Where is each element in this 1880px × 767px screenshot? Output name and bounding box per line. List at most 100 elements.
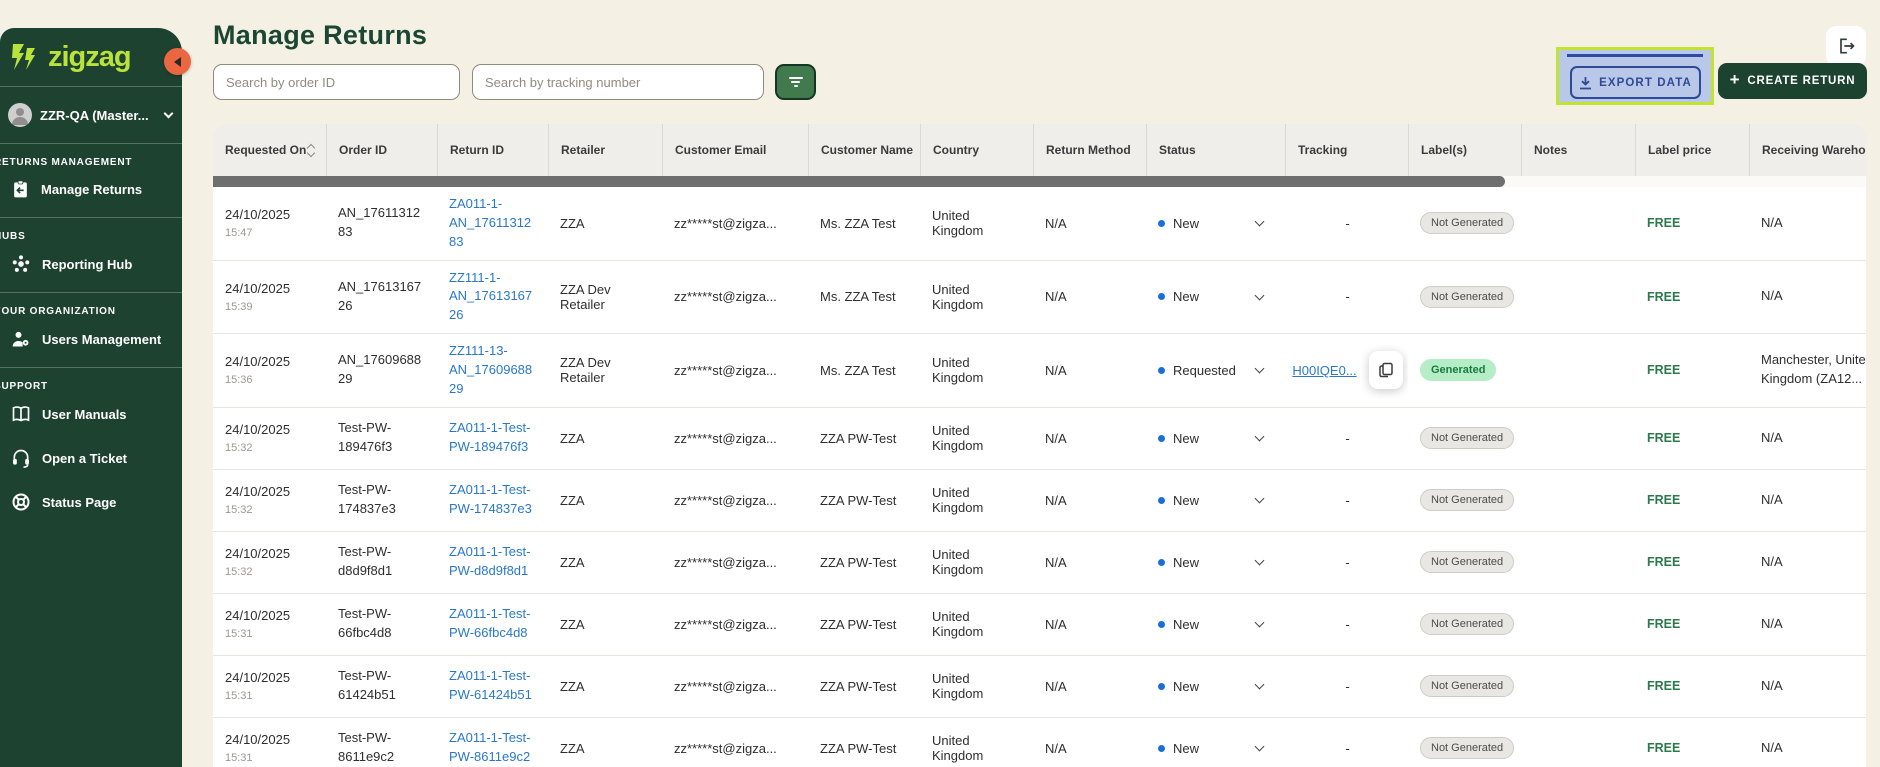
- cell-country: United Kingdom: [920, 187, 1033, 260]
- cell-requested-on: 24/10/2025 15:39: [213, 261, 326, 334]
- col-customer-name: Customer Name: [808, 124, 920, 176]
- cell-customer-name: ZZA PW-Test: [808, 656, 920, 717]
- status-dropdown-chevron[interactable]: [1255, 432, 1265, 442]
- cell-return-id: ZA011-1-AN_1761131283: [437, 187, 548, 260]
- cell-return-id: ZA011-1-Test-PW-66fbc4d8: [437, 594, 548, 655]
- filter-button[interactable]: [775, 64, 816, 100]
- export-data-button[interactable]: EXPORT DATA: [1570, 66, 1701, 99]
- status-dropdown-chevron[interactable]: [1255, 680, 1265, 690]
- cell-tracking: -: [1285, 470, 1408, 531]
- copy-button[interactable]: [1369, 351, 1403, 389]
- account-switcher[interactable]: ZZR-QA (Master...: [0, 87, 182, 143]
- highlight-top-line: [1567, 54, 1703, 57]
- cell-customer-email: zz*****st@zigza...: [662, 532, 808, 593]
- cell-return-method: N/A: [1033, 261, 1146, 334]
- cell-return-id: ZA011-1-Test-PW-8611e9c2: [437, 718, 548, 767]
- cell-requested-on: 24/10/2025 15:32: [213, 532, 326, 593]
- status-dropdown-chevron[interactable]: [1255, 290, 1265, 300]
- download-icon: [1579, 76, 1592, 90]
- status-text: New: [1173, 741, 1199, 756]
- col-country: Country: [920, 124, 1033, 176]
- create-return-button[interactable]: + CREATE RETURN: [1718, 63, 1867, 99]
- cell-notes: [1521, 187, 1635, 260]
- return-id-link[interactable]: ZA011-1-Test-PW-d8d9f8d1: [449, 543, 538, 581]
- cell-label-price: FREE: [1635, 334, 1749, 407]
- cell-order-id: Test-PW-8611e9c2: [326, 718, 437, 767]
- cell-retailer: ZZA Dev Retailer: [548, 334, 662, 407]
- col-requested-on: Requested On: [213, 124, 326, 176]
- section-label: RETURNS MANAGEMENT: [0, 157, 182, 168]
- status-dropdown-chevron[interactable]: [1255, 742, 1265, 752]
- col-receiving-warehouse: Receiving Warehouse: [1749, 124, 1866, 176]
- cell-label-price: FREE: [1635, 187, 1749, 260]
- cell-country: United Kingdom: [920, 470, 1033, 531]
- status-dropdown-chevron[interactable]: [1255, 217, 1265, 227]
- status-cell: New: [1146, 718, 1285, 767]
- scrollbar-thumb[interactable]: [213, 176, 1505, 187]
- cell-return-id: ZA011-1-Test-PW-189476f3: [437, 408, 548, 469]
- status-text: New: [1173, 493, 1199, 508]
- cell-customer-name: Ms. ZZA Test: [808, 187, 920, 260]
- cell-return-id: ZA011-1-Test-PW-d8d9f8d1: [437, 532, 548, 593]
- cell-labels: Not Generated: [1408, 532, 1521, 593]
- cell-requested-on: 24/10/2025 15:47: [213, 187, 326, 260]
- return-id-link[interactable]: ZA011-1-Test-PW-174837e3: [449, 481, 538, 519]
- sidebar-item-reporting-hub[interactable]: Reporting Hub: [0, 242, 182, 286]
- logout-button[interactable]: [1826, 26, 1866, 66]
- cell-retailer: ZZA: [548, 187, 662, 260]
- sidebar-item-users-management[interactable]: Users Management: [0, 317, 182, 361]
- sort-control[interactable]: [308, 145, 316, 156]
- cell-requested-on: 24/10/2025 15:32: [213, 408, 326, 469]
- cell-customer-name: ZZA PW-Test: [808, 718, 920, 767]
- cell-labels: Not Generated: [1408, 408, 1521, 469]
- status-dropdown-chevron[interactable]: [1255, 494, 1265, 504]
- return-id-link[interactable]: ZZ111-13-AN_1760968829: [449, 342, 538, 399]
- status-text: New: [1173, 216, 1199, 231]
- cell-customer-name: ZZA PW-Test: [808, 532, 920, 593]
- status-dropdown-chevron[interactable]: [1255, 618, 1265, 628]
- cell-receiving-warehouse: N/A: [1749, 718, 1866, 767]
- search-tracking-input[interactable]: [472, 64, 764, 100]
- return-id-link[interactable]: ZA011-1-Test-PW-66fbc4d8: [449, 605, 538, 643]
- sidebar-item-manage-returns[interactable]: Manage Returns: [0, 168, 182, 211]
- cell-receiving-warehouse: N/A: [1749, 594, 1866, 655]
- cell-country: United Kingdom: [920, 261, 1033, 334]
- cell-order-id: Test-PW-66fbc4d8: [326, 594, 437, 655]
- cell-customer-name: Ms. ZZA Test: [808, 261, 920, 334]
- cell-notes: [1521, 532, 1635, 593]
- status-dot: [1158, 367, 1165, 374]
- sidebar-item-status-page[interactable]: Status Page: [0, 480, 182, 524]
- return-id-link[interactable]: ZA011-1-Test-PW-61424b51: [449, 667, 538, 705]
- sidebar-collapse-button[interactable]: [164, 48, 191, 75]
- sidebar-item-open-ticket[interactable]: Open a Ticket: [0, 436, 182, 480]
- sidebar-item-label: User Manuals: [42, 407, 127, 422]
- return-id-link[interactable]: ZA011-1-AN_1761131283: [449, 195, 538, 252]
- section-label: YOUR ORGANIZATION: [0, 306, 182, 317]
- status-dot: [1158, 745, 1165, 752]
- cell-retailer: ZZA: [548, 470, 662, 531]
- cell-tracking: -: [1285, 594, 1408, 655]
- cell-country: United Kingdom: [920, 334, 1033, 407]
- cell-requested-on: 24/10/2025 15:31: [213, 656, 326, 717]
- return-id-link[interactable]: ZZ111-1-AN_1761316726: [449, 269, 538, 326]
- tracking-text: -: [1345, 555, 1349, 570]
- cell-labels: Not Generated: [1408, 656, 1521, 717]
- search-order-id-input[interactable]: [213, 64, 460, 100]
- status-dropdown-chevron[interactable]: [1255, 556, 1265, 566]
- table-row: 24/10/2025 15:47 AN_1761131283 ZA011-1-A…: [213, 187, 1866, 260]
- tracking-link[interactable]: H00IQE0...: [1292, 363, 1356, 378]
- sidebar-item-label: Manage Returns: [41, 182, 142, 197]
- cell-labels: Not Generated: [1408, 187, 1521, 260]
- status-dropdown-chevron[interactable]: [1255, 364, 1265, 374]
- cell-labels: Generated: [1408, 334, 1521, 407]
- cell-receiving-warehouse: N/A: [1749, 187, 1866, 260]
- status-text: New: [1173, 289, 1199, 304]
- logo: zigzag: [0, 28, 182, 86]
- cell-tracking: H00IQE0...: [1285, 334, 1408, 407]
- status-text: Requested: [1173, 363, 1236, 378]
- table-row: 24/10/2025 15:36 AN_1760968829 ZZ111-13-…: [213, 333, 1866, 407]
- status-dot: [1158, 293, 1165, 300]
- return-id-link[interactable]: ZA011-1-Test-PW-8611e9c2: [449, 729, 538, 767]
- sidebar-item-user-manuals[interactable]: User Manuals: [0, 392, 182, 436]
- return-id-link[interactable]: ZA011-1-Test-PW-189476f3: [449, 419, 538, 457]
